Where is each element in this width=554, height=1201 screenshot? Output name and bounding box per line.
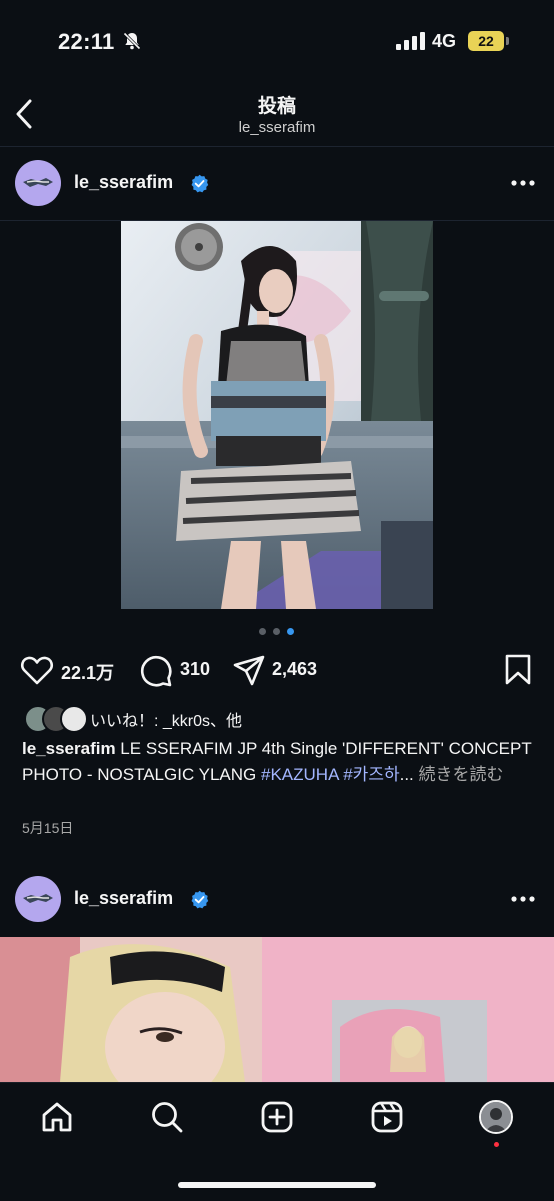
like-count[interactable]: 22.1万 <box>61 659 114 685</box>
bell-off-icon <box>123 32 141 50</box>
hashtag-kazuha[interactable]: #KAZUHA <box>261 765 338 784</box>
status-time: 22:11 <box>58 29 115 54</box>
hashtag-kazuha-ko[interactable]: #카즈하 <box>343 765 399 784</box>
heart-icon[interactable] <box>20 654 54 686</box>
verified-icon <box>191 890 209 909</box>
caption-ellipsis: ... <box>399 765 414 784</box>
battery-tip <box>506 37 509 45</box>
post-username[interactable]: le_sserafim <box>74 172 173 193</box>
reels-icon[interactable] <box>370 1100 404 1134</box>
avatar[interactable] <box>15 876 61 922</box>
header-divider <box>0 146 554 147</box>
page-subtitle[interactable]: le_sserafim <box>0 119 554 136</box>
signal-icon <box>396 32 425 50</box>
post-date: 5月15日 <box>22 820 74 836</box>
comment-icon[interactable] <box>139 654 173 688</box>
post-username[interactable]: le_sserafim <box>74 888 173 909</box>
search-icon[interactable] <box>150 1100 184 1134</box>
profile-icon[interactable] <box>479 1100 513 1134</box>
home-indicator <box>178 1182 376 1188</box>
create-icon[interactable] <box>260 1100 294 1134</box>
share-count[interactable]: 2,463 <box>272 659 317 680</box>
carousel-dot-1 <box>259 628 266 635</box>
page-title: 投稿 <box>257 96 296 117</box>
read-more-link[interactable]: 続きを読む <box>414 765 503 784</box>
comment-count[interactable]: 310 <box>180 659 210 680</box>
post-photo[interactable] <box>121 221 433 609</box>
share-icon[interactable] <box>232 654 266 688</box>
caption: le_sserafim LE SSERAFIM JP 4th Single 'D… <box>22 736 537 788</box>
network-label: 4G <box>432 31 457 51</box>
bookmark-icon[interactable] <box>505 654 531 686</box>
caption-username[interactable]: le_sserafim <box>22 739 116 758</box>
more-icon[interactable] <box>510 894 536 904</box>
notification-dot <box>494 1142 499 1147</box>
verified-icon <box>191 174 209 193</box>
avatar[interactable] <box>15 160 61 206</box>
more-icon[interactable] <box>510 178 536 188</box>
home-icon[interactable] <box>40 1100 74 1134</box>
battery-indicator: 22 <box>468 31 504 51</box>
carousel-dot-2 <box>273 628 280 635</box>
liked-by-text[interactable]: いいね！: _kkr0s、他 <box>90 707 242 731</box>
carousel-dot-3 <box>287 628 294 635</box>
post-photo[interactable] <box>0 937 554 1082</box>
